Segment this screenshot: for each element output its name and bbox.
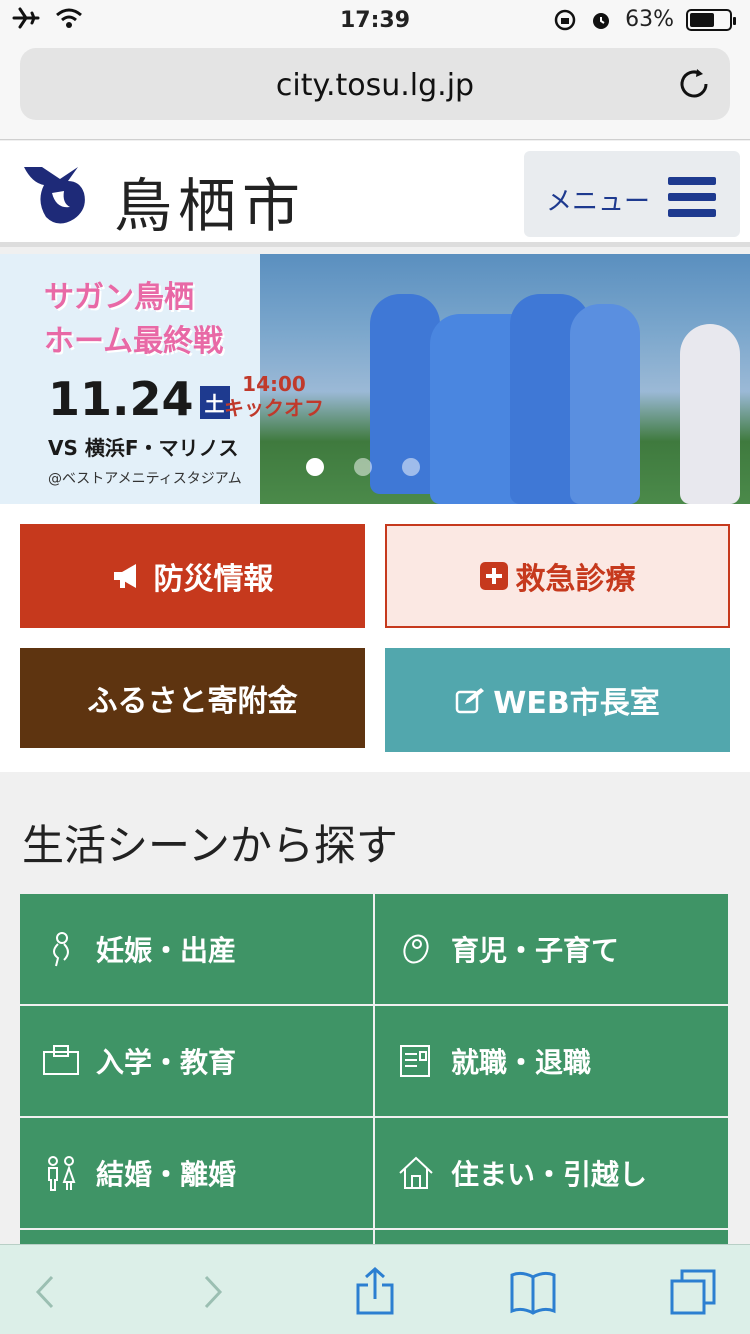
back-icon[interactable] [20,1267,70,1317]
battery-icon [686,8,736,31]
city-emblem-logo[interactable] [22,161,96,227]
carousel-dot[interactable] [306,458,324,476]
orientation-lock-icon [554,9,576,30]
furusato-donation-button[interactable]: ふるさと寄附金 [20,648,365,748]
quick-links: 防災情報 救急診療 ふるさと寄附金 WEB市長室 [0,504,750,772]
venue: @ベストアメニティスタジアム [48,471,242,487]
medical-cross-icon [479,562,508,590]
url-text[interactable]: city.tosu.lg.jp [20,68,730,103]
forward-icon[interactable] [188,1267,238,1317]
browser-toolbar [0,1244,750,1334]
house-icon [399,1156,433,1189]
kickoff: 14:00 キックオフ [224,372,324,420]
scene-housing[interactable]: 住まい・引越し [375,1118,728,1228]
scene-education[interactable]: 入学・教育 [20,1006,373,1116]
section-title: 生活シーンから探す [22,821,398,870]
reload-icon[interactable] [676,66,712,102]
banner-caption: サガン鳥栖 ホーム最終戦 [44,276,223,364]
bookmarks-icon[interactable] [508,1267,558,1317]
scene-marriage[interactable]: 結婚・離婚 [20,1118,373,1228]
megaphone-icon [113,564,136,588]
resume-icon [400,1045,430,1077]
battery-percent: 63% [625,7,674,32]
address-bar[interactable]: city.tosu.lg.jp [20,48,730,120]
carousel-dot[interactable] [354,458,372,476]
alarm-icon [593,12,610,29]
carousel-dot[interactable] [402,458,420,476]
browser-chrome: city.tosu.lg.jp [0,40,750,140]
couple-icon [48,1156,76,1191]
scene-employment[interactable]: 就職・退職 [375,1006,728,1116]
hamburger-icon [668,177,716,217]
baby-icon [403,934,429,964]
carousel-indicators [306,458,420,476]
edit-icon [456,688,485,714]
site-header: 鳥栖市 メニュー [0,141,750,247]
scene-pregnancy[interactable]: 妊娠・出産 [20,894,373,1004]
scene-childcare[interactable]: 育児・子育て [375,894,728,1004]
disaster-info-button[interactable]: 防災情報 [20,524,365,628]
share-icon[interactable] [350,1267,400,1317]
tabs-icon[interactable] [668,1267,718,1317]
opponent: VS 横浜F・マリノス [48,436,239,460]
site-title[interactable]: 鳥栖市 [114,159,306,243]
pregnancy-icon [53,932,69,967]
emergency-clinic-button[interactable]: 救急診療 [385,524,730,628]
banner-line2: ホーム最終戦 [44,324,224,359]
status-bar: 17:39 63% [0,0,750,40]
banner-line1: サガン鳥栖 [44,280,194,315]
menu-label: メニュー [546,187,651,217]
school-bag-icon [43,1045,79,1075]
web-mayor-office-button[interactable]: WEB市長室 [385,648,730,752]
match-date: 11.24 土 [48,372,230,426]
menu-button[interactable]: メニュー [524,151,740,237]
